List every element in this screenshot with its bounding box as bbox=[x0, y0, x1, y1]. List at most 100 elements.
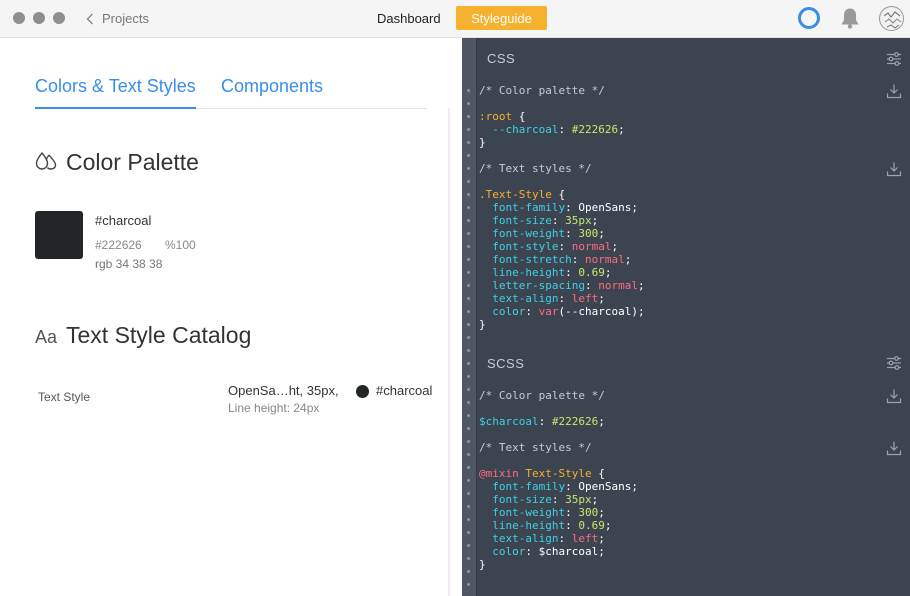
code-panel: CSS /* Color palette */ :root { --charco… bbox=[462, 38, 910, 596]
gutter-dot bbox=[467, 297, 470, 300]
property-name: font-weight bbox=[492, 506, 566, 519]
css-class-line: .Text-Style { bbox=[479, 188, 566, 201]
css-settings-icon[interactable] bbox=[886, 51, 902, 67]
text-style-icon: Aa bbox=[35, 327, 58, 347]
color-name: #charcoal bbox=[95, 213, 152, 228]
property-value: normal bbox=[584, 253, 625, 266]
code-property-line: font-weight: 300; bbox=[492, 506, 605, 519]
gutter-dot bbox=[467, 141, 470, 144]
color-rgb: rgb 34 38 38 bbox=[95, 257, 163, 271]
css-brace-close: } bbox=[479, 136, 486, 149]
code-property-line: font-stretch: normal; bbox=[492, 253, 632, 266]
scroll-divider bbox=[448, 108, 450, 596]
css-color-fn: var bbox=[538, 305, 559, 318]
property-name: font-family bbox=[492, 480, 566, 493]
nav-styleguide[interactable]: Styleguide bbox=[456, 6, 547, 30]
property-value: 300 bbox=[578, 506, 599, 519]
scss-comment-palette: /* Color palette */ bbox=[479, 389, 605, 402]
title-bar: Projects Dashboard Styleguide bbox=[0, 0, 910, 38]
gutter-dot bbox=[467, 570, 470, 573]
gutter-dot bbox=[467, 362, 470, 365]
gutter-dot bbox=[467, 388, 470, 391]
css-palette-download-icon[interactable] bbox=[886, 83, 902, 99]
gutter-dot bbox=[467, 505, 470, 508]
color-alpha: %100 bbox=[165, 238, 196, 252]
avatar-pattern-icon bbox=[880, 7, 903, 30]
content-tabs: Colors & Text Styles Components bbox=[35, 76, 427, 109]
css-root-selector: :root bbox=[479, 110, 513, 123]
text-style-catalog-title: Text Style Catalog bbox=[66, 322, 252, 348]
css-color-arg: (--charcoal); bbox=[558, 305, 645, 318]
code-gutter bbox=[462, 38, 476, 596]
gutter-dot bbox=[467, 193, 470, 196]
gutter-dot bbox=[467, 102, 470, 105]
css-var-line: --charcoal: #222626; bbox=[492, 123, 625, 136]
scss-text-download-icon[interactable] bbox=[886, 440, 902, 456]
property-value: OpenSans bbox=[578, 201, 632, 214]
gutter-dot bbox=[467, 583, 470, 586]
window-zoom-button[interactable] bbox=[53, 12, 65, 24]
gutter-dot bbox=[467, 154, 470, 157]
scss-color-value: $charcoal; bbox=[538, 545, 605, 558]
code-property-line: line-height: 0.69; bbox=[492, 519, 612, 532]
window-close-button[interactable] bbox=[13, 12, 25, 24]
scss-var-value: #222626 bbox=[551, 415, 599, 428]
gutter-dot bbox=[467, 336, 470, 339]
property-name: font-size bbox=[492, 493, 552, 506]
property-name: line-height bbox=[492, 266, 566, 279]
code-property-line: font-family: OpenSans; bbox=[492, 480, 638, 493]
gutter-dot bbox=[467, 258, 470, 261]
code-property-line: text-align: left; bbox=[492, 292, 605, 305]
scss-palette-download-icon[interactable] bbox=[886, 388, 902, 404]
window-minimize-button[interactable] bbox=[33, 12, 45, 24]
color-palette-title: Color Palette bbox=[66, 149, 199, 175]
scss-color-prop: color bbox=[492, 545, 526, 558]
gutter-dot bbox=[467, 323, 470, 326]
property-value: 35px bbox=[565, 214, 592, 227]
scss-color-line: color: $charcoal; bbox=[492, 545, 605, 558]
scss-var-name: $charcoal bbox=[479, 415, 539, 428]
property-name: font-weight bbox=[492, 227, 566, 240]
chevron-left-icon bbox=[86, 13, 93, 24]
property-value: normal bbox=[598, 279, 638, 292]
color-hex: #222626 bbox=[95, 238, 142, 252]
tab-colors-text-styles[interactable]: Colors & Text Styles bbox=[35, 76, 196, 109]
nav-dashboard[interactable]: Dashboard bbox=[377, 11, 441, 26]
property-name: text-align bbox=[492, 292, 559, 305]
gutter-dot bbox=[467, 453, 470, 456]
status-ring-icon[interactable] bbox=[798, 7, 820, 29]
property-value: OpenSans bbox=[578, 480, 632, 493]
code-property-line: font-size: 35px; bbox=[492, 493, 599, 506]
gutter-dot bbox=[467, 531, 470, 534]
gutter-dot bbox=[467, 310, 470, 313]
scss-comment-text-styles: /* Text styles */ bbox=[479, 441, 592, 454]
bell-icon[interactable] bbox=[838, 6, 862, 30]
gutter-dot bbox=[467, 440, 470, 443]
tab-components[interactable]: Components bbox=[221, 76, 323, 97]
code-property-line: letter-spacing: normal; bbox=[492, 279, 645, 292]
property-value: left bbox=[571, 532, 599, 545]
back-label: Projects bbox=[102, 11, 149, 26]
scss-mixin-keyword: @mixin bbox=[479, 467, 519, 480]
css-section-header: CSS bbox=[487, 51, 516, 66]
css-text-download-icon[interactable] bbox=[886, 161, 902, 177]
scss-settings-icon[interactable] bbox=[886, 355, 902, 371]
css-brace-open: { bbox=[512, 110, 526, 123]
gutter-dot bbox=[467, 180, 470, 183]
gutter-dot bbox=[467, 375, 470, 378]
gutter-divider bbox=[476, 38, 477, 596]
color-drops-icon bbox=[35, 151, 57, 170]
css-brace-close-2: } bbox=[479, 318, 486, 331]
avatar[interactable] bbox=[879, 6, 904, 31]
css-var-value: #222626 bbox=[571, 123, 619, 136]
color-swatch-charcoal[interactable] bbox=[35, 211, 83, 259]
gutter-dot bbox=[467, 115, 470, 118]
gutter-dot bbox=[467, 284, 470, 287]
code-property-line: text-align: left; bbox=[492, 532, 605, 545]
code-property-line: font-size: 35px; bbox=[492, 214, 599, 227]
property-name: letter-spacing bbox=[492, 279, 585, 292]
code-property-line: font-style: normal; bbox=[492, 240, 619, 253]
back-to-projects-link[interactable]: Projects bbox=[86, 11, 149, 26]
property-value: 0.69 bbox=[578, 519, 605, 532]
gutter-dot bbox=[467, 89, 470, 92]
